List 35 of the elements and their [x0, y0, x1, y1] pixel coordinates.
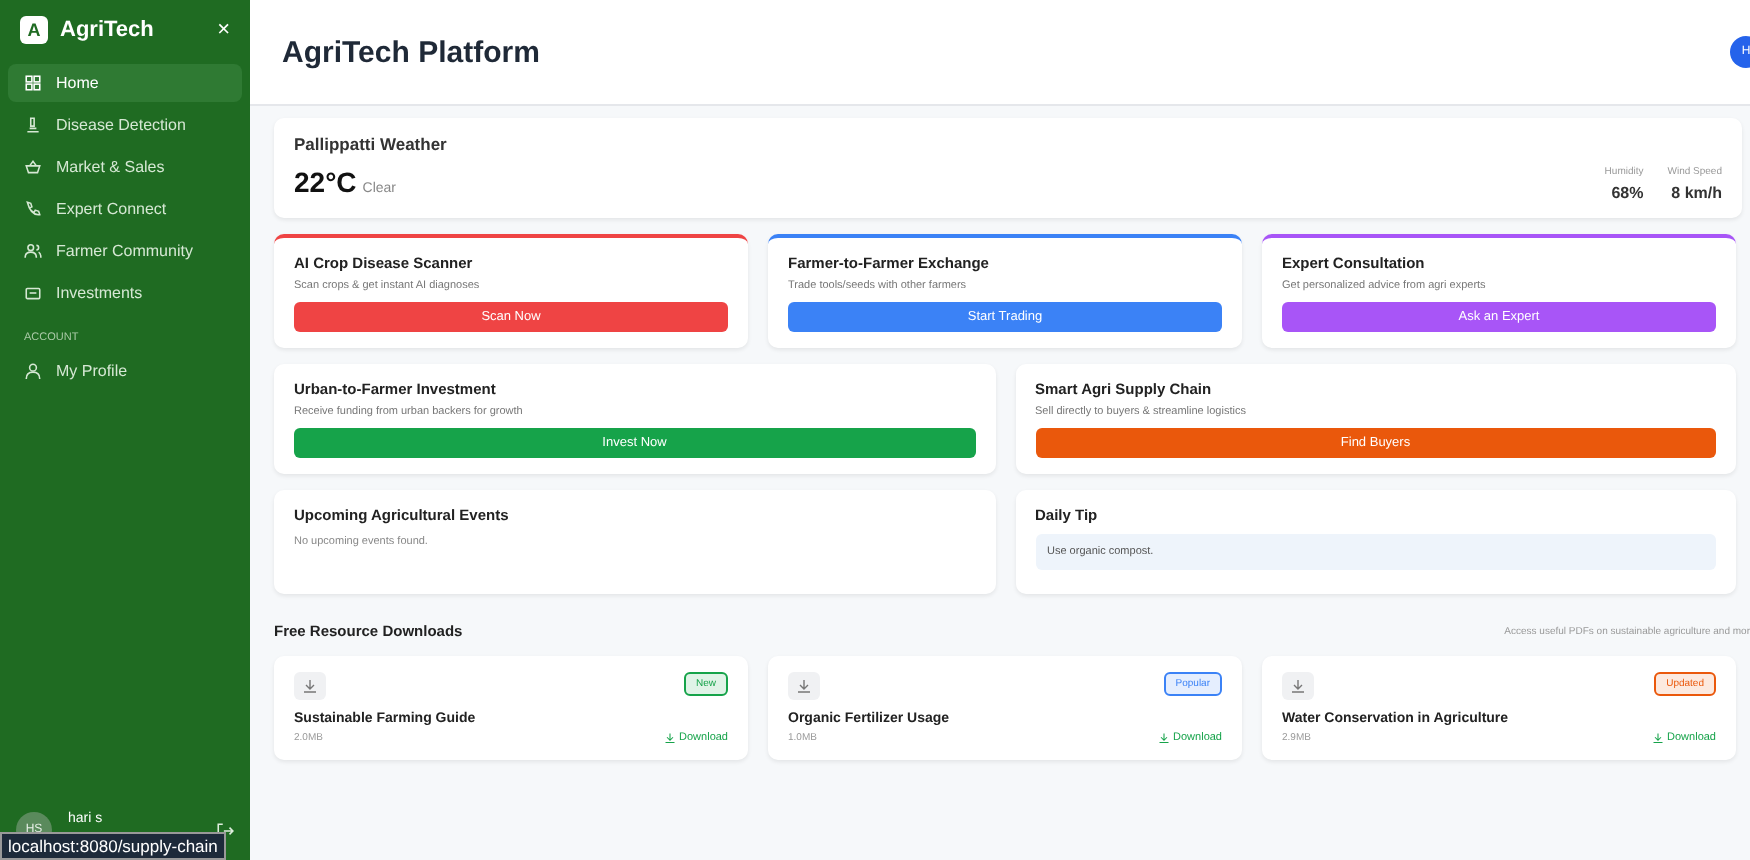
- sidebar-item[interactable]: Farmer Community: [8, 232, 242, 270]
- users-icon: [24, 242, 42, 260]
- app-title: AgriTech: [60, 18, 156, 42]
- status-url: localhost:8080/supply-chain: [0, 832, 226, 860]
- sidebar-item-label: Market & Sales: [56, 158, 165, 176]
- sidebar-item[interactable]: Investments: [8, 274, 242, 312]
- page-title: AgriTech Platform: [282, 35, 540, 69]
- logo-icon: A: [20, 16, 48, 44]
- sidebar-item-label: Expert Connect: [56, 200, 167, 218]
- sidebar-item[interactable]: Home: [8, 64, 242, 102]
- grid-icon: [24, 74, 42, 92]
- download-icon: [294, 672, 326, 700]
- weather-title: Pallippatti Weather: [294, 134, 449, 154]
- sidebar-item[interactable]: Expert Connect: [8, 190, 242, 228]
- basket-icon: [24, 158, 42, 176]
- user-icon: [24, 362, 42, 380]
- sidebar-item-label: My Profile: [56, 362, 128, 380]
- close-button[interactable]: ×: [217, 18, 230, 42]
- download-icon: [788, 672, 820, 700]
- download-icon: [1651, 732, 1664, 744]
- stat-value: 68%: [1611, 184, 1644, 202]
- sidebar-item[interactable]: Market & Sales: [8, 148, 242, 186]
- sidebar-item-label: Disease Detection: [56, 116, 186, 134]
- sidebar-item[interactable]: My Profile: [8, 352, 242, 390]
- stat-value: 8 km/h: [1671, 184, 1722, 202]
- sidebar-item-label: Home: [56, 74, 99, 92]
- sidebar-item-label: Investments: [56, 284, 143, 302]
- download-icon: [1282, 672, 1314, 700]
- download-icon: [663, 732, 676, 744]
- wallet-icon: [24, 284, 42, 302]
- temperature: 22°C: [294, 166, 357, 198]
- sidebar-item[interactable]: Disease Detection: [8, 106, 242, 144]
- sidebar-item-label: Farmer Community: [56, 242, 193, 260]
- download-icon: [1157, 732, 1170, 744]
- phone-icon: [24, 200, 42, 218]
